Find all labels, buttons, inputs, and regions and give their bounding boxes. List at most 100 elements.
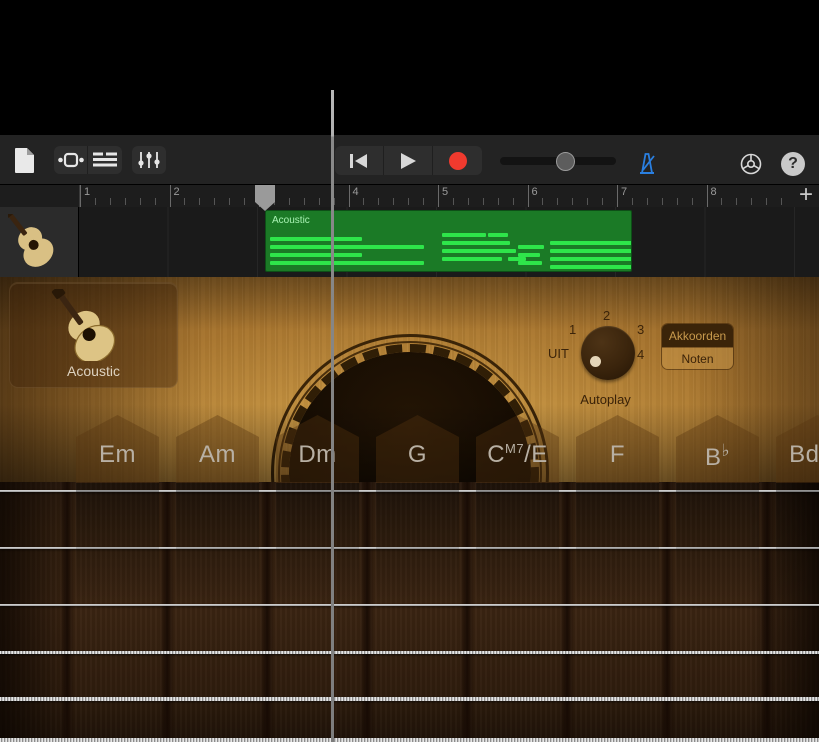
chord-label: B♭ (676, 441, 759, 472)
midi-note (550, 249, 632, 253)
instrument-card-label: Acoustic (10, 363, 177, 379)
ruler-tick (557, 198, 558, 205)
ruler-tick (498, 198, 499, 205)
ruler-tick (244, 198, 245, 205)
region-label: Acoustic (272, 215, 310, 226)
bar-number: 7 (621, 186, 627, 198)
autoplay-position-4[interactable]: 4 (637, 347, 644, 362)
help-button[interactable]: ? (781, 152, 805, 176)
ruler-tick (319, 198, 320, 205)
autoplay-position-3[interactable]: 3 (637, 322, 644, 337)
ruler-tick (602, 198, 603, 205)
rewind-button[interactable] (335, 146, 384, 175)
chord-strip-em[interactable]: Em (76, 415, 159, 742)
chord-label: F (576, 441, 659, 469)
ruler-tick (483, 198, 484, 205)
ruler-tick (453, 198, 454, 205)
chord-label: Am (176, 441, 259, 469)
ruler-tick (229, 198, 230, 205)
bar-number: 4 (353, 186, 359, 198)
ruler-tick (378, 198, 379, 205)
ruler-head (0, 185, 79, 207)
ruler-tick (677, 198, 678, 205)
chord-label: Dm (276, 441, 359, 469)
chord-strip-shadow (176, 483, 259, 742)
track-list-icon[interactable] (88, 146, 122, 174)
record-button[interactable] (433, 146, 482, 175)
volume-thumb[interactable] (556, 152, 575, 171)
autoplay-off-label: UIT (548, 346, 569, 361)
bar-marker (707, 185, 708, 207)
ruler-tick (289, 198, 290, 205)
add-track-button[interactable]: + (796, 186, 816, 206)
midi-region[interactable]: Acoustic (265, 210, 632, 272)
midi-note (442, 233, 486, 237)
bar-marker (528, 185, 529, 207)
midi-note (442, 249, 502, 253)
ruler-bar: 12345678 (0, 185, 819, 207)
ruler-tick (95, 198, 96, 205)
ruler-tick (647, 198, 648, 205)
bar-number: 8 (711, 186, 717, 198)
ruler-tick (393, 198, 394, 205)
ruler-timeline[interactable]: 12345678 (79, 185, 792, 207)
gear-icon[interactable] (738, 151, 764, 177)
chords-mode-button[interactable]: Akkoorden (662, 324, 733, 347)
midi-note (342, 261, 424, 265)
chord-strip-shadow (76, 483, 159, 742)
playhead-marker[interactable] (255, 185, 275, 211)
ruler-tick (334, 198, 335, 205)
ruler-tick (736, 198, 737, 205)
chord-strip-f[interactable]: F (576, 415, 659, 742)
ruler-tick (781, 198, 782, 205)
autoplay-knob[interactable] (581, 326, 635, 380)
autoplay-position-2[interactable]: 2 (603, 308, 610, 323)
bar-marker (349, 185, 350, 207)
chords-notes-toggle: Akkoorden Noten (661, 323, 734, 370)
ruler-tick (214, 198, 215, 205)
ruler-tick (423, 198, 424, 205)
ruler-tick (721, 198, 722, 205)
metronome-icon[interactable] (634, 151, 660, 175)
ruler-tick (184, 198, 185, 205)
chord-strip-am[interactable]: Am (176, 415, 259, 742)
autoplay-control[interactable]: UIT 1 2 3 4 Autoplay (548, 302, 663, 407)
track-area: Acoustic (0, 207, 819, 277)
bar-number: 6 (532, 186, 538, 198)
instrument-card[interactable]: Acoustic (9, 282, 178, 388)
chord-label: Bdim (776, 441, 819, 469)
chord-strip-shadow (776, 483, 819, 742)
chord-strip-bb[interactable]: B♭ (676, 415, 759, 742)
ruler-tick (542, 198, 543, 205)
ruler-tick (632, 198, 633, 205)
midi-note (270, 237, 362, 241)
bar-marker (438, 185, 439, 207)
chord-strip-shadow (476, 483, 559, 742)
chord-strip-bdim[interactable]: Bdim (776, 415, 819, 742)
midi-note (494, 249, 516, 253)
play-button[interactable] (384, 146, 433, 175)
chord-strip-cm7e[interactable]: CM7/E (476, 415, 559, 742)
master-volume-slider[interactable] (500, 155, 616, 166)
track-header[interactable] (0, 207, 79, 277)
autoplay-label: Autoplay (548, 392, 663, 407)
ruler-tick (766, 198, 767, 205)
autoplay-position-1[interactable]: 1 (569, 322, 576, 337)
chord-label: CM7/E (476, 441, 559, 469)
ruler-tick (363, 198, 364, 205)
track-view-icon[interactable] (54, 146, 88, 174)
ruler-tick (587, 198, 588, 205)
track-lane[interactable]: Acoustic (79, 207, 819, 277)
notes-mode-button[interactable]: Noten (662, 347, 733, 370)
bar-number: 5 (442, 186, 448, 198)
chord-strip-dm[interactable]: Dm (276, 415, 359, 742)
bar-number: 2 (174, 186, 180, 198)
top-black-area (0, 0, 819, 135)
chord-strip-shadow (276, 483, 359, 742)
view-toggle-group (54, 146, 122, 174)
fx-sliders-icon[interactable] (132, 146, 166, 174)
midi-note (342, 245, 424, 249)
chord-strip-g[interactable]: G (376, 415, 459, 742)
document-icon[interactable] (10, 145, 40, 175)
midi-note (442, 257, 502, 261)
